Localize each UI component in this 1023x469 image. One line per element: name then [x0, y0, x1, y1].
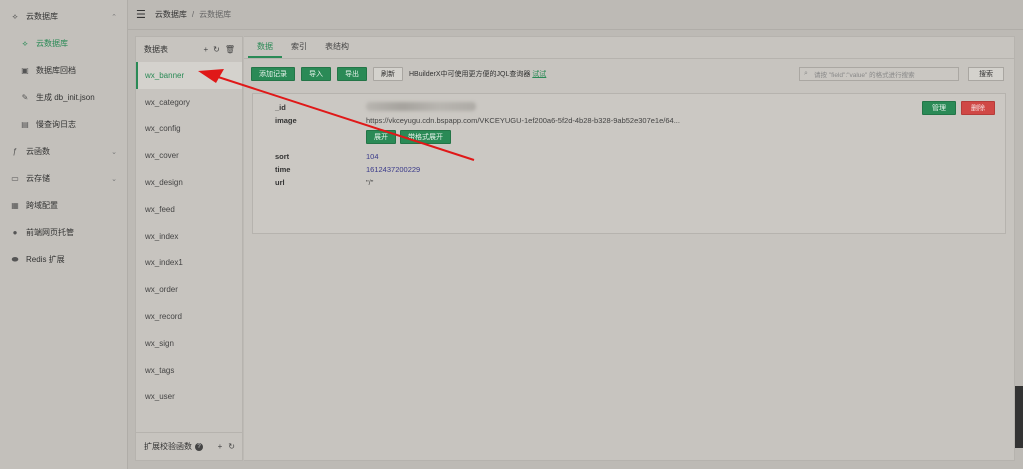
jql-hint: HBuilderX中可使用更方便的JQL查询器 试试 — [409, 69, 546, 79]
tab-bar: 数据 索引 表结构 — [244, 37, 1014, 59]
table-item[interactable]: wx_tags — [136, 357, 242, 384]
jql-hint-text: HBuilderX中可使用更方便的JQL查询器 — [409, 71, 531, 78]
cloud-db-icon: ⟡ — [22, 38, 28, 48]
sidebar-item-label: 生成 db_init.json — [36, 93, 95, 102]
manage-button[interactable]: 管理 — [922, 101, 956, 115]
tab-schema[interactable]: 表结构 — [316, 41, 358, 58]
breadcrumb-separator: / — [191, 10, 195, 19]
topbar: ☰ 云数据库 / 云数据库 — [128, 0, 1023, 30]
delete-button[interactable]: 删除 — [961, 101, 995, 115]
table-item[interactable]: wx_sign — [136, 330, 242, 357]
field-value-image: https://vkceyugu.cdn.bspapp.com/VKCEYUGU… — [366, 116, 680, 125]
table-item[interactable]: wx_design — [136, 169, 242, 196]
table-item[interactable]: wx_order — [136, 276, 242, 303]
breadcrumb-current: 云数据库 — [199, 10, 232, 19]
log-icon: ▤ — [21, 120, 29, 129]
sidebar-item-label: 前端网页托管 — [26, 228, 74, 237]
table-item[interactable]: wx_user — [136, 384, 242, 411]
record-actions: 管理 删除 — [922, 101, 995, 115]
table-item[interactable]: wx_config — [136, 116, 242, 143]
add-icon[interactable]: + — [218, 442, 223, 451]
table-list-header: 数据表 + ↻ 🗑 — [136, 37, 242, 62]
sidebar-item-cloud-function[interactable]: ƒ 云函数 ⌄ — [0, 138, 127, 165]
sidebar-item-cloud-storage[interactable]: ▭ 云存储 ⌄ — [0, 165, 127, 192]
add-record-button[interactable]: 添加记录 — [251, 67, 295, 81]
add-icon[interactable]: + — [203, 45, 208, 54]
sidebar-item-label: 慢查询日志 — [36, 120, 76, 129]
menu-fold-icon[interactable]: ☰ — [136, 8, 146, 21]
sidebar: ⟡ 云数据库 ⌃ ⟡ 云数据库 ▣ 数据库回档 ✎ 生成 db_init.jso… — [0, 0, 128, 469]
record-card: _id image https://vkceyugu.cdn.bspapp.co… — [252, 93, 1006, 234]
sidebar-item-label: 云存储 — [26, 174, 50, 183]
storage-icon: ▭ — [11, 174, 19, 183]
main-panel: 数据 索引 表结构 添加记录 导入 导出 刷新 HBuilderX中可使用更方便… — [244, 36, 1015, 461]
refresh-icon[interactable]: ↻ — [228, 442, 235, 451]
chevron-down-icon: ⌄ — [111, 175, 117, 183]
field-value-sort: 104 — [366, 152, 379, 161]
field-value-time: 1612437200229 — [366, 165, 421, 174]
sidebar-item-label: 云函数 — [26, 147, 50, 156]
chevron-down-icon: ⌄ — [111, 148, 117, 156]
sidebar-item-cloud-database[interactable]: ⟡ 云数据库 ⌃ — [0, 3, 127, 30]
sidebar-item-label: 跨域配置 — [26, 201, 58, 210]
table-item[interactable]: wx_index1 — [136, 250, 242, 277]
export-button[interactable]: 导出 — [337, 67, 367, 81]
redis-icon: ⬬ — [11, 254, 19, 264]
database-icon: ⟡ — [12, 11, 18, 21]
table-item[interactable]: wx_category — [136, 89, 242, 116]
sidebar-item-cors[interactable]: ▦ 跨域配置 — [0, 192, 127, 219]
data-toolbar: 添加记录 导入 导出 刷新 HBuilderX中可使用更方便的JQL查询器 试试… — [251, 67, 1004, 81]
search-placeholder: 请按 "field":"value" 的格式进行搜索 — [814, 72, 915, 79]
help-icon[interactable]: ? — [195, 442, 203, 451]
expand-formatted-button[interactable]: 带格式展开 — [400, 130, 451, 144]
sidebar-item-label: Redis 扩展 — [26, 255, 65, 264]
chevron-up-icon: ⌃ — [111, 13, 117, 21]
try-link[interactable]: 试试 — [532, 71, 546, 78]
field-name-image: image — [275, 116, 297, 125]
sidebar-item-label: 云数据库 — [36, 39, 68, 48]
sidebar-item-redis[interactable]: ⬬ Redis 扩展 — [0, 246, 127, 273]
hosting-icon: ● — [12, 228, 18, 237]
table-item-wx-banner[interactable]: wx_banner — [136, 62, 242, 89]
table-item[interactable]: wx_feed — [136, 196, 242, 223]
refresh-icon[interactable]: ↻ — [213, 45, 220, 54]
tab-data[interactable]: 数据 — [248, 41, 282, 58]
table-item[interactable]: wx_index — [136, 223, 242, 250]
field-name-url: url — [275, 178, 285, 187]
generate-icon: ✎ — [21, 93, 29, 102]
rollback-icon: ▣ — [21, 66, 29, 75]
sidebar-item-slow-query-log[interactable]: ▤ 慢查询日志 — [0, 111, 127, 138]
trash-icon[interactable]: 🗑 — [225, 45, 235, 54]
sidebar-item-generate-db-init[interactable]: ✎ 生成 db_init.json — [0, 84, 127, 111]
import-button[interactable]: 导入 — [301, 67, 331, 81]
field-value-url: "/" — [366, 178, 374, 187]
field-name-time: time — [275, 165, 291, 174]
expand-buttons: 展开 带格式展开 — [366, 130, 451, 144]
validate-function-footer: 扩展校验函数 ? + ↻ — [136, 432, 242, 460]
table-item[interactable]: wx_cover — [136, 142, 242, 169]
validate-function-label[interactable]: 扩展校验函数 — [144, 441, 192, 452]
field-name-sort: sort — [275, 152, 290, 161]
sidebar-item-rollback[interactable]: ▣ 数据库回档 — [0, 57, 127, 84]
search-button[interactable]: 搜索 — [968, 67, 1004, 81]
sidebar-item-label: 数据库回档 — [36, 66, 76, 75]
refresh-button[interactable]: 刷新 — [373, 67, 403, 81]
id-value-blurred — [366, 102, 476, 111]
function-icon: ƒ — [12, 147, 18, 156]
search-icon: ⌕ — [804, 70, 808, 77]
sidebar-item-web-hosting[interactable]: ● 前端网页托管 — [0, 219, 127, 246]
sidebar-item-label: 云数据库 — [26, 12, 58, 21]
table-item[interactable]: wx_record — [136, 303, 242, 330]
tab-index[interactable]: 索引 — [282, 41, 316, 58]
cors-icon: ▦ — [11, 201, 19, 210]
breadcrumb-root[interactable]: 云数据库 — [155, 9, 187, 20]
table-list-panel: 数据表 + ↻ 🗑 wx_banner wx_category wx_confi… — [135, 36, 243, 461]
sidebar-item-cloud-db-sub[interactable]: ⟡ 云数据库 — [0, 30, 127, 57]
side-panel-tab[interactable] — [1015, 386, 1023, 448]
table-list-title: 数据表 — [144, 45, 168, 54]
search-input[interactable]: ⌕ 请按 "field":"value" 的格式进行搜索 — [799, 67, 959, 81]
field-name-id: _id — [275, 103, 286, 112]
expand-button[interactable]: 展开 — [366, 130, 396, 144]
